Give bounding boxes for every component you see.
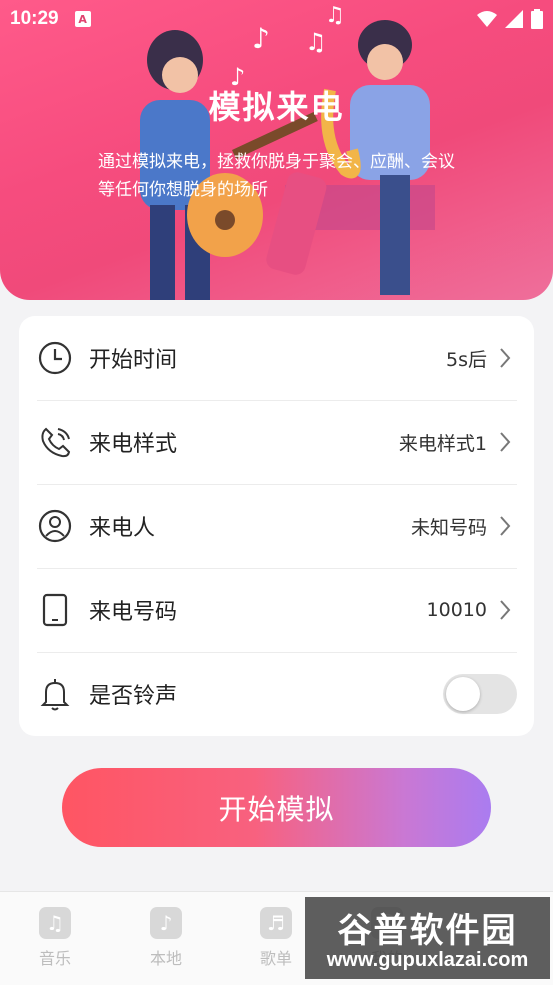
music-app-icon: ♫	[39, 907, 71, 939]
bell-icon	[37, 676, 73, 712]
chevron-right-icon	[500, 432, 511, 452]
person-icon	[37, 508, 73, 544]
tab-playlist-label: 歌单	[259, 949, 292, 968]
local-music-icon: ♪	[150, 907, 182, 939]
signal-icon	[505, 10, 523, 28]
caller-number-value: 10010	[426, 599, 487, 621]
clock-icon	[37, 340, 73, 376]
watermark: 谷普软件园 www.gupuxlazai.com	[305, 897, 550, 979]
chevron-right-icon	[500, 516, 511, 536]
call-style-value: 来电样式1	[398, 432, 487, 455]
caller-row[interactable]: 来电人 未知号码	[37, 484, 517, 569]
status-icons	[477, 9, 543, 29]
caller-number-row[interactable]: 来电号码 10010	[37, 568, 517, 653]
chevron-right-icon	[500, 348, 511, 368]
hero-description: 通过模拟来电，拯救你脱身于聚会、应酬、会议等任何你想脱身的场所	[98, 152, 455, 200]
ringtone-row: 是否铃声	[37, 652, 517, 736]
caller-number-label: 来电号码	[89, 600, 178, 625]
playlist-icon: ♬	[260, 907, 292, 939]
watermark-url: www.gupuxlazai.com	[326, 949, 529, 971]
tab-music-label: 音乐	[38, 949, 71, 968]
call-style-row[interactable]: 来电样式 来电样式1	[37, 400, 517, 485]
battery-icon	[531, 9, 543, 29]
hero-banner: ♪ ♫ ♫ ♪ 模拟来电 通过模拟来电，拯救你脱身于聚会、应酬、会议等任何你想脱…	[0, 0, 553, 300]
start-time-row[interactable]: 开始时间 5s后	[37, 316, 517, 401]
status-bar: 10:29 A	[0, 0, 553, 38]
phone-call-icon	[37, 424, 73, 460]
chevron-right-icon	[500, 600, 511, 620]
ringtone-toggle[interactable]	[443, 674, 517, 714]
watermark-title: 谷普软件园	[337, 911, 518, 951]
tab-local-label: 本地	[149, 949, 182, 968]
hero-title: 模拟来电	[208, 88, 345, 126]
start-simulation-button[interactable]: 开始模拟	[62, 768, 491, 847]
tab-local[interactable]: ♪ 本地	[136, 907, 196, 969]
caller-label: 来电人	[89, 516, 156, 541]
ringtone-label: 是否铃声	[89, 684, 178, 709]
tab-music[interactable]: ♫ 音乐	[25, 907, 85, 969]
tab-playlist[interactable]: ♬ 歌单	[246, 907, 306, 969]
call-style-label: 来电样式	[89, 432, 178, 457]
start-time-value: 5s后	[446, 348, 487, 371]
status-time: 10:29	[10, 8, 59, 29]
caller-value: 未知号码	[410, 516, 487, 539]
settings-card: 开始时间 5s后 来电样式 来电样式1 来电人 未知号码 来电号码 10010 …	[19, 316, 534, 736]
start-time-label: 开始时间	[89, 348, 178, 373]
notification-icon: A	[74, 11, 91, 27]
mobile-icon	[37, 592, 73, 628]
wifi-icon	[477, 11, 497, 27]
toggle-knob	[446, 677, 480, 711]
